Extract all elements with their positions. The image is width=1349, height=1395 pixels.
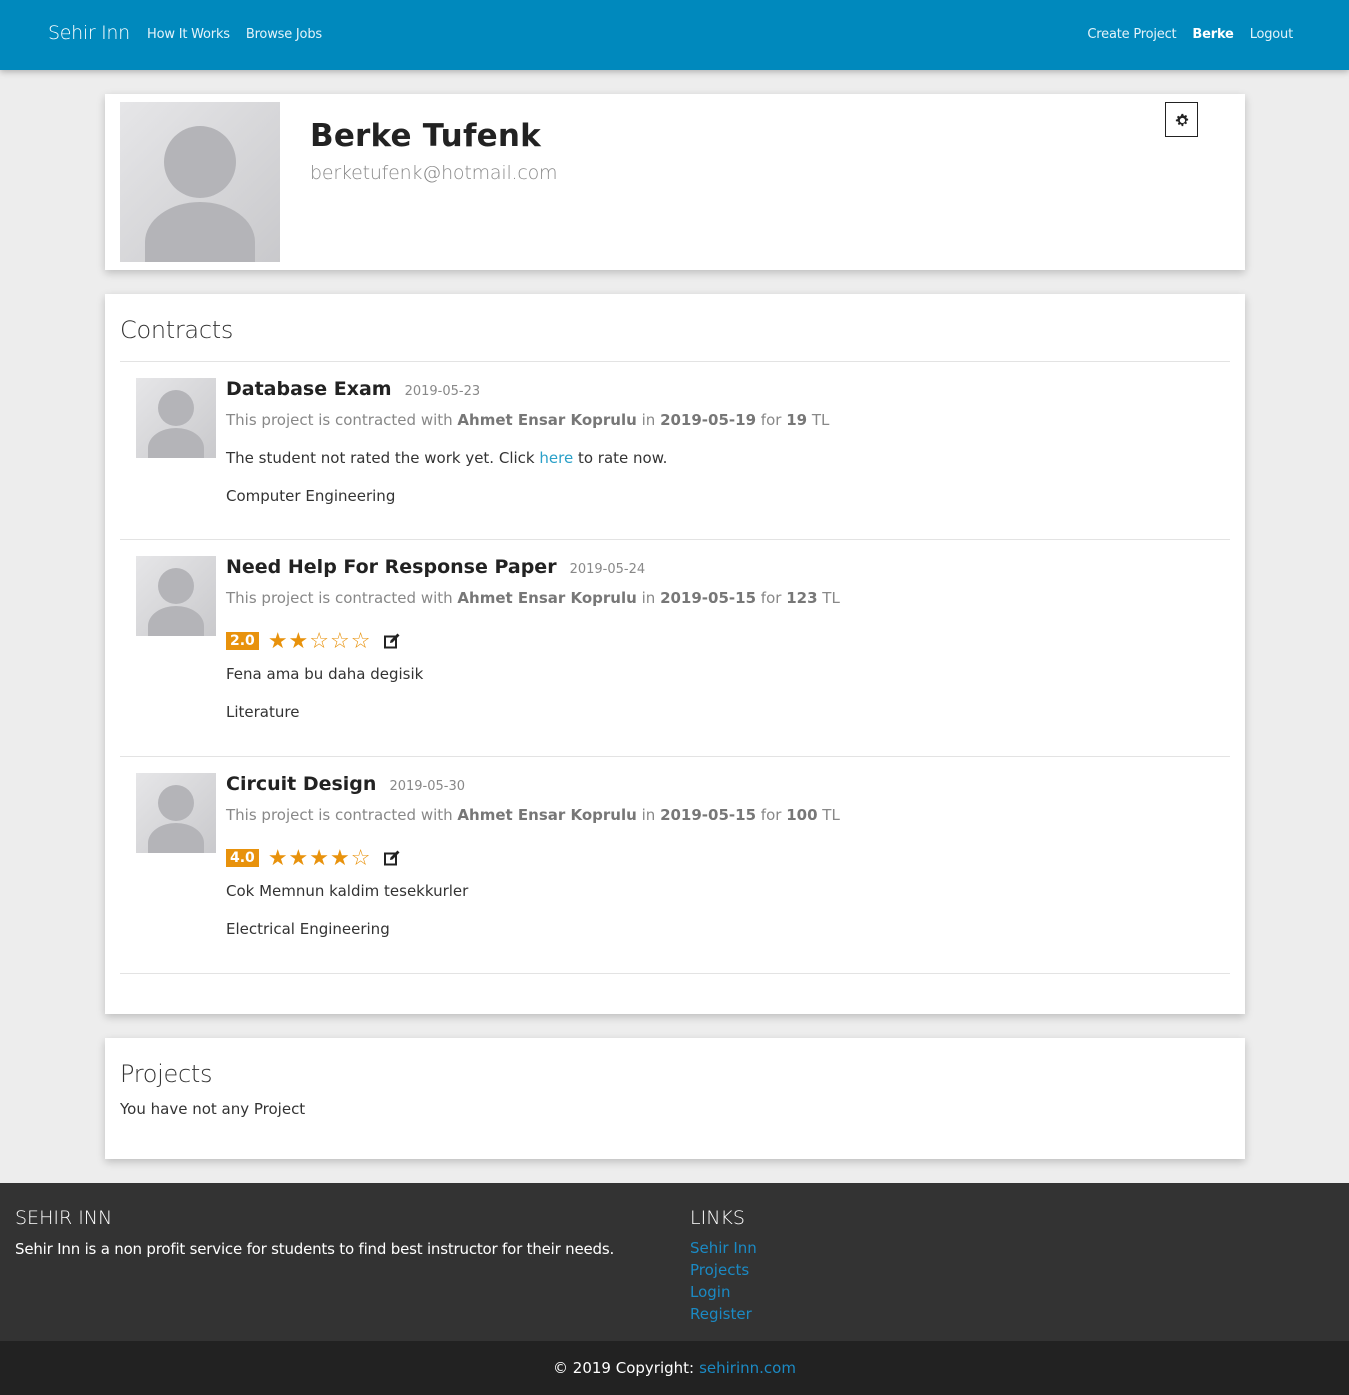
contract-price: 123 [786,589,818,607]
projects-card: Projects You have not any Project [105,1038,1245,1159]
rating-badge: 2.0 [226,632,259,650]
settings-button[interactable] [1165,102,1198,137]
footer-link-projects[interactable]: Projects [690,1261,757,1280]
rating-row: 4.0 ★★★★☆ [226,847,401,869]
contract-item: Circuit Design 2019-05-30 This project i… [120,773,1230,943]
rating-comment: Fena ama bu daha degisik [226,665,424,683]
rating-prompt: The student not rated the work yet. Clic… [226,449,668,467]
contract-start-date: 2019-05-15 [660,806,757,824]
top-navbar: Sehir Inn How It Works Browse Jobs Creat… [0,0,1349,70]
avatar-head [158,390,194,426]
footer-about-text: Sehir Inn is a non profit service for st… [15,1240,615,1258]
contract-start-date: 2019-05-19 [660,411,757,429]
avatar-head [164,126,236,198]
copyright-bar: © 2019 Copyright: sehirinn.com [0,1341,1349,1395]
star-rating: ★★★★☆ [267,845,372,870]
rating-row: 2.0 ★★☆☆☆ [226,630,401,652]
footer-links-title: LINKS [690,1207,745,1229]
projects-empty-text: You have not any Project [120,1100,306,1118]
contract-title[interactable]: Circuit Design [226,773,376,795]
copyright-text: © 2019 Copyright: [553,1359,695,1377]
brand-link[interactable]: Sehir Inn [48,22,130,44]
contractor-name: Ahmet Ensar Koprulu [457,589,637,607]
contract-heading: Circuit Design 2019-05-30 [226,773,465,795]
profile-card: Berke Tufenk berketufenk@hotmail.com [105,94,1245,270]
contract-category: Literature [226,703,300,721]
nav-left-links: How It Works Browse Jobs [147,27,322,42]
footer-about-title: SEHIR INN [15,1207,113,1229]
avatar-head [158,568,194,604]
profile-avatar [120,102,280,262]
avatar-body [148,823,204,853]
footer: SEHIR INN Sehir Inn is a non profit serv… [0,1183,1349,1341]
avatar-head [158,785,194,821]
divider [120,756,1230,757]
nav-browse-jobs[interactable]: Browse Jobs [246,27,322,42]
star-rating: ★★☆☆☆ [267,628,372,653]
contract-title[interactable]: Database Exam [226,378,392,400]
rating-badge: 4.0 [226,849,259,867]
contract-heading: Database Exam 2019-05-23 [226,378,480,400]
contract-item: Database Exam 2019-05-23 This project is… [120,378,1230,528]
contract-meta: This project is contracted with Ahmet En… [226,411,830,429]
avatar-body [145,202,255,262]
nav-user-profile[interactable]: Berke [1192,27,1233,42]
avatar-body [148,606,204,636]
contract-price: 100 [786,806,818,824]
contractor-name: Ahmet Ensar Koprulu [457,806,637,824]
edit-rating-icon[interactable] [384,850,401,866]
contract-category: Electrical Engineering [226,920,390,938]
nav-right-links: Create Project Berke Logout [1087,27,1293,42]
contract-meta: This project is contracted with Ahmet En… [226,589,840,607]
contractor-name: Ahmet Ensar Koprulu [457,411,637,429]
contract-category: Computer Engineering [226,487,396,505]
contract-start-date: 2019-05-15 [660,589,757,607]
divider [120,973,1230,974]
profile-name: Berke Tufenk [310,118,541,154]
avatar-body [148,428,204,458]
nav-logout[interactable]: Logout [1250,27,1294,42]
contract-meta: This project is contracted with Ahmet En… [226,806,840,824]
rating-comment: Cok Memnun kaldim tesekkurler [226,882,469,900]
copyright-link[interactable]: sehirinn.com [699,1359,796,1377]
contract-date: 2019-05-24 [569,562,646,577]
contract-title[interactable]: Need Help For Response Paper [226,556,557,578]
contract-date: 2019-05-23 [404,384,481,399]
nav-create-project[interactable]: Create Project [1087,27,1176,42]
footer-link-register[interactable]: Register [690,1305,757,1324]
divider [120,539,1230,540]
edit-rating-icon[interactable] [384,633,401,649]
footer-links: Sehir Inn Projects Login Register [690,1239,757,1324]
contracts-card: Contracts Database Exam 2019-05-23 This … [105,294,1245,1014]
contract-price: 19 [786,411,808,429]
gear-icon [1175,113,1188,126]
nav-how-it-works[interactable]: How It Works [147,27,230,42]
contracts-title: Contracts [120,316,234,344]
projects-title: Projects [120,1060,213,1088]
contract-avatar [136,556,216,636]
footer-link-sehir-inn[interactable]: Sehir Inn [690,1239,757,1258]
profile-email: berketufenk@hotmail.com [310,162,558,184]
contract-avatar [136,773,216,853]
contract-item: Need Help For Response Paper 2019-05-24 … [120,556,1230,726]
footer-link-login[interactable]: Login [690,1283,757,1302]
divider [120,361,1230,362]
contract-avatar [136,378,216,458]
contract-heading: Need Help For Response Paper 2019-05-24 [226,556,645,578]
contract-date: 2019-05-30 [389,779,465,794]
rate-now-link[interactable]: here [539,449,573,467]
